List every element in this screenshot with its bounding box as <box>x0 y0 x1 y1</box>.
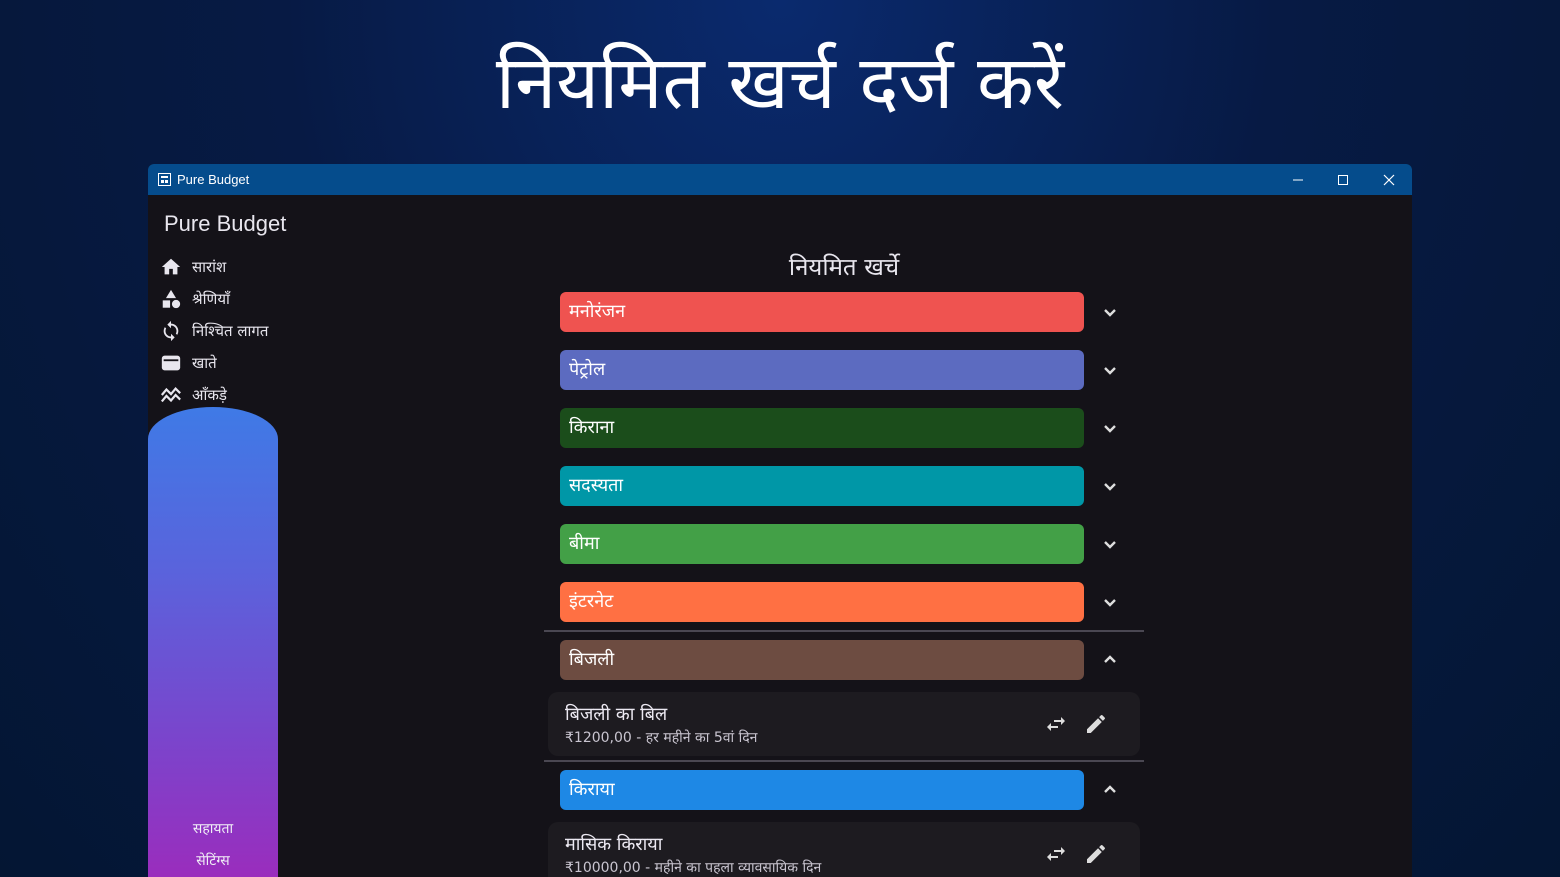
help-link[interactable]: सहायता <box>148 819 278 838</box>
chevron-down-icon[interactable] <box>1098 358 1122 382</box>
category-row[interactable]: बिजली <box>560 640 1160 680</box>
stats-icon <box>160 386 181 403</box>
chevron-down-icon[interactable] <box>1098 416 1122 440</box>
category-row[interactable]: इंटरनेट <box>560 582 1160 622</box>
category-row[interactable]: सदस्यता <box>560 466 1160 506</box>
divider <box>544 760 1144 762</box>
sidebar-item-label: खाते <box>192 354 217 372</box>
hero-headline: नियमित खर्च दर्ज करें <box>495 40 1065 126</box>
category-bar[interactable]: बीमा <box>560 524 1084 564</box>
app-logo-icon <box>158 173 171 189</box>
expense-name: बिजली का बिल <box>565 704 668 725</box>
chevron-down-icon[interactable] <box>1098 532 1122 556</box>
category-bar[interactable]: किराया <box>560 770 1084 810</box>
category-bar[interactable]: किराना <box>560 408 1084 448</box>
close-button[interactable] <box>1366 164 1412 195</box>
expense-card[interactable]: मासिक किराया ₹10000,00 - महीने का पहला व… <box>548 822 1140 877</box>
category-row[interactable]: किराया <box>560 770 1160 810</box>
maximize-button[interactable] <box>1320 164 1366 195</box>
sidebar-item-summary[interactable]: सारांश <box>160 253 226 281</box>
sidebar-decoration <box>148 407 278 877</box>
chevron-down-icon[interactable] <box>1098 590 1122 614</box>
category-row[interactable]: मनोरंजन <box>560 292 1160 332</box>
category-bar[interactable]: बिजली <box>560 640 1084 680</box>
settings-link[interactable]: सेटिंग्स <box>148 851 278 870</box>
sidebar-item-label: आँकड़े <box>192 386 227 404</box>
wallet-icon <box>161 355 181 371</box>
chevron-up-icon[interactable] <box>1098 778 1122 802</box>
title-bar[interactable]: Pure Budget <box>148 164 1412 195</box>
shapes-icon <box>162 289 181 309</box>
window-title: Pure Budget <box>177 172 250 187</box>
minimize-button[interactable] <box>1275 164 1321 195</box>
category-bar[interactable]: मनोरंजन <box>560 292 1084 332</box>
sidebar-item-label: सारांश <box>192 258 227 276</box>
chevron-down-icon[interactable] <box>1098 300 1122 324</box>
sidebar-item-categories[interactable]: श्रेणियाँ <box>160 285 230 313</box>
sidebar-item-label: निश्चित लागत <box>192 322 269 340</box>
move-icon[interactable] <box>1044 712 1068 736</box>
recurring-icon <box>163 320 179 342</box>
app-window: Pure Budget Pure Budget सारांश श्रेणियाँ… <box>148 164 1412 877</box>
expense-detail: ₹10000,00 - महीने का पहला व्यावसायिक दिन <box>565 860 822 876</box>
sidebar-item-accounts[interactable]: खाते <box>160 349 217 377</box>
category-row[interactable]: किराना <box>560 408 1160 448</box>
close-icon <box>1383 174 1395 185</box>
home-icon <box>161 258 181 275</box>
sidebar-item-statistics[interactable]: आँकड़े <box>160 381 227 409</box>
category-bar[interactable]: सदस्यता <box>560 466 1084 506</box>
divider <box>544 630 1144 632</box>
move-icon[interactable] <box>1044 842 1068 866</box>
chevron-down-icon[interactable] <box>1098 474 1122 498</box>
category-bar[interactable]: पेट्रोल <box>560 350 1084 390</box>
sidebar-item-label: श्रेणियाँ <box>192 290 230 308</box>
edit-icon[interactable] <box>1084 712 1108 736</box>
category-row[interactable]: पेट्रोल <box>560 350 1160 390</box>
category-bar[interactable]: इंटरनेट <box>560 582 1084 622</box>
expense-card[interactable]: बिजली का बिल ₹1200,00 - हर महीने का 5वां… <box>548 692 1140 756</box>
chevron-up-icon[interactable] <box>1098 648 1122 672</box>
maximize-icon <box>1338 174 1348 185</box>
minimize-icon <box>1293 179 1303 180</box>
page-title: नियमित खर्चे <box>788 253 900 281</box>
sidebar-item-fixed-costs[interactable]: निश्चित लागत <box>160 317 268 345</box>
sidebar: Pure Budget सारांश श्रेणियाँ निश्चित लाग… <box>148 195 348 877</box>
brand-title: Pure Budget <box>164 211 287 236</box>
expense-name: मासिक किराया <box>565 834 663 855</box>
category-row[interactable]: बीमा <box>560 524 1160 564</box>
expense-detail: ₹1200,00 - हर महीने का 5वां दिन <box>565 730 758 746</box>
edit-icon[interactable] <box>1084 842 1108 866</box>
